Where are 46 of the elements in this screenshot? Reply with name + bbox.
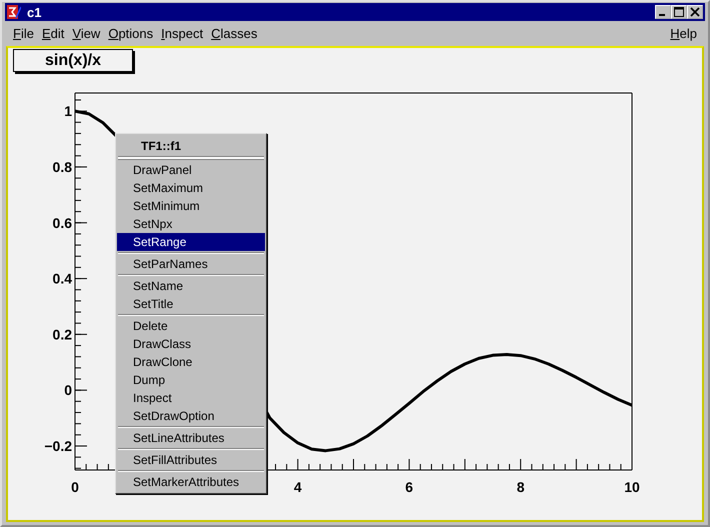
help-menu[interactable]: Help <box>666 26 701 41</box>
y-tick-label: 0.6 <box>52 214 72 231</box>
context-menu-item[interactable]: SetName <box>117 277 265 295</box>
minimize-button[interactable] <box>655 5 671 19</box>
context-menu-item[interactable]: SetFillAttributes <box>117 451 265 469</box>
x-tick-label: 10 <box>624 479 640 495</box>
menu-item[interactable]: Inspect <box>157 26 208 41</box>
context-menu-item[interactable]: SetMinimum <box>117 197 265 215</box>
y-tick-label: 1 <box>64 103 72 120</box>
maximize-button[interactable] <box>671 5 687 19</box>
menu-item[interactable]: Edit <box>38 26 68 41</box>
menu-item[interactable]: View <box>68 26 104 41</box>
context-menu-item[interactable]: SetRange <box>117 233 265 251</box>
menu-item[interactable]: File <box>9 26 38 41</box>
plot-title: sin(x)/x <box>13 49 133 72</box>
x-tick-label: 4 <box>294 479 302 495</box>
menu-title: TF1::f1 <box>140 138 182 155</box>
context-menu-item[interactable]: Dump <box>117 371 265 389</box>
maximize-icon <box>674 7 684 17</box>
y-tick-label: 0.8 <box>52 158 72 175</box>
window-title: c1 <box>27 4 42 20</box>
context-menu-item[interactable]: DrawClone <box>117 353 265 371</box>
x-tick-label: 6 <box>405 479 414 495</box>
x-tick-label: 8 <box>516 479 524 495</box>
close-icon <box>690 7 700 17</box>
menu-item[interactable]: Options <box>104 26 158 41</box>
menu-item[interactable]: Classes <box>207 26 262 41</box>
context-menu-item[interactable]: DrawPanel <box>117 161 265 179</box>
context-menu-item[interactable]: DrawClass <box>117 335 265 353</box>
y-tick-label: 0 <box>64 382 72 398</box>
app-icon <box>7 5 21 19</box>
context-menu-item[interactable]: SetMarkerAttributes <box>117 473 265 491</box>
context-menu-item[interactable]: Delete <box>117 317 265 335</box>
close-button[interactable] <box>687 5 703 19</box>
y-tick-label: 0.4 <box>52 270 72 287</box>
context-menu-item[interactable]: SetTitle <box>117 295 265 313</box>
context-menu-item[interactable]: SetDrawOption <box>117 407 265 425</box>
y-tick-label: 0.2 <box>52 326 72 342</box>
context-menu-item[interactable]: Inspect <box>117 389 265 407</box>
context-menu-item[interactable]: SetNpx <box>117 215 265 233</box>
x-tick-label: 0 <box>71 479 79 495</box>
context-menu-item[interactable]: SetParNames <box>117 255 265 273</box>
y-tick-label: −0.2 <box>44 438 72 454</box>
context-menu-item[interactable]: SetLineAttributes <box>117 429 265 447</box>
context-menu-item[interactable]: SetMaximum <box>117 179 265 197</box>
minimize-icon <box>659 14 665 16</box>
